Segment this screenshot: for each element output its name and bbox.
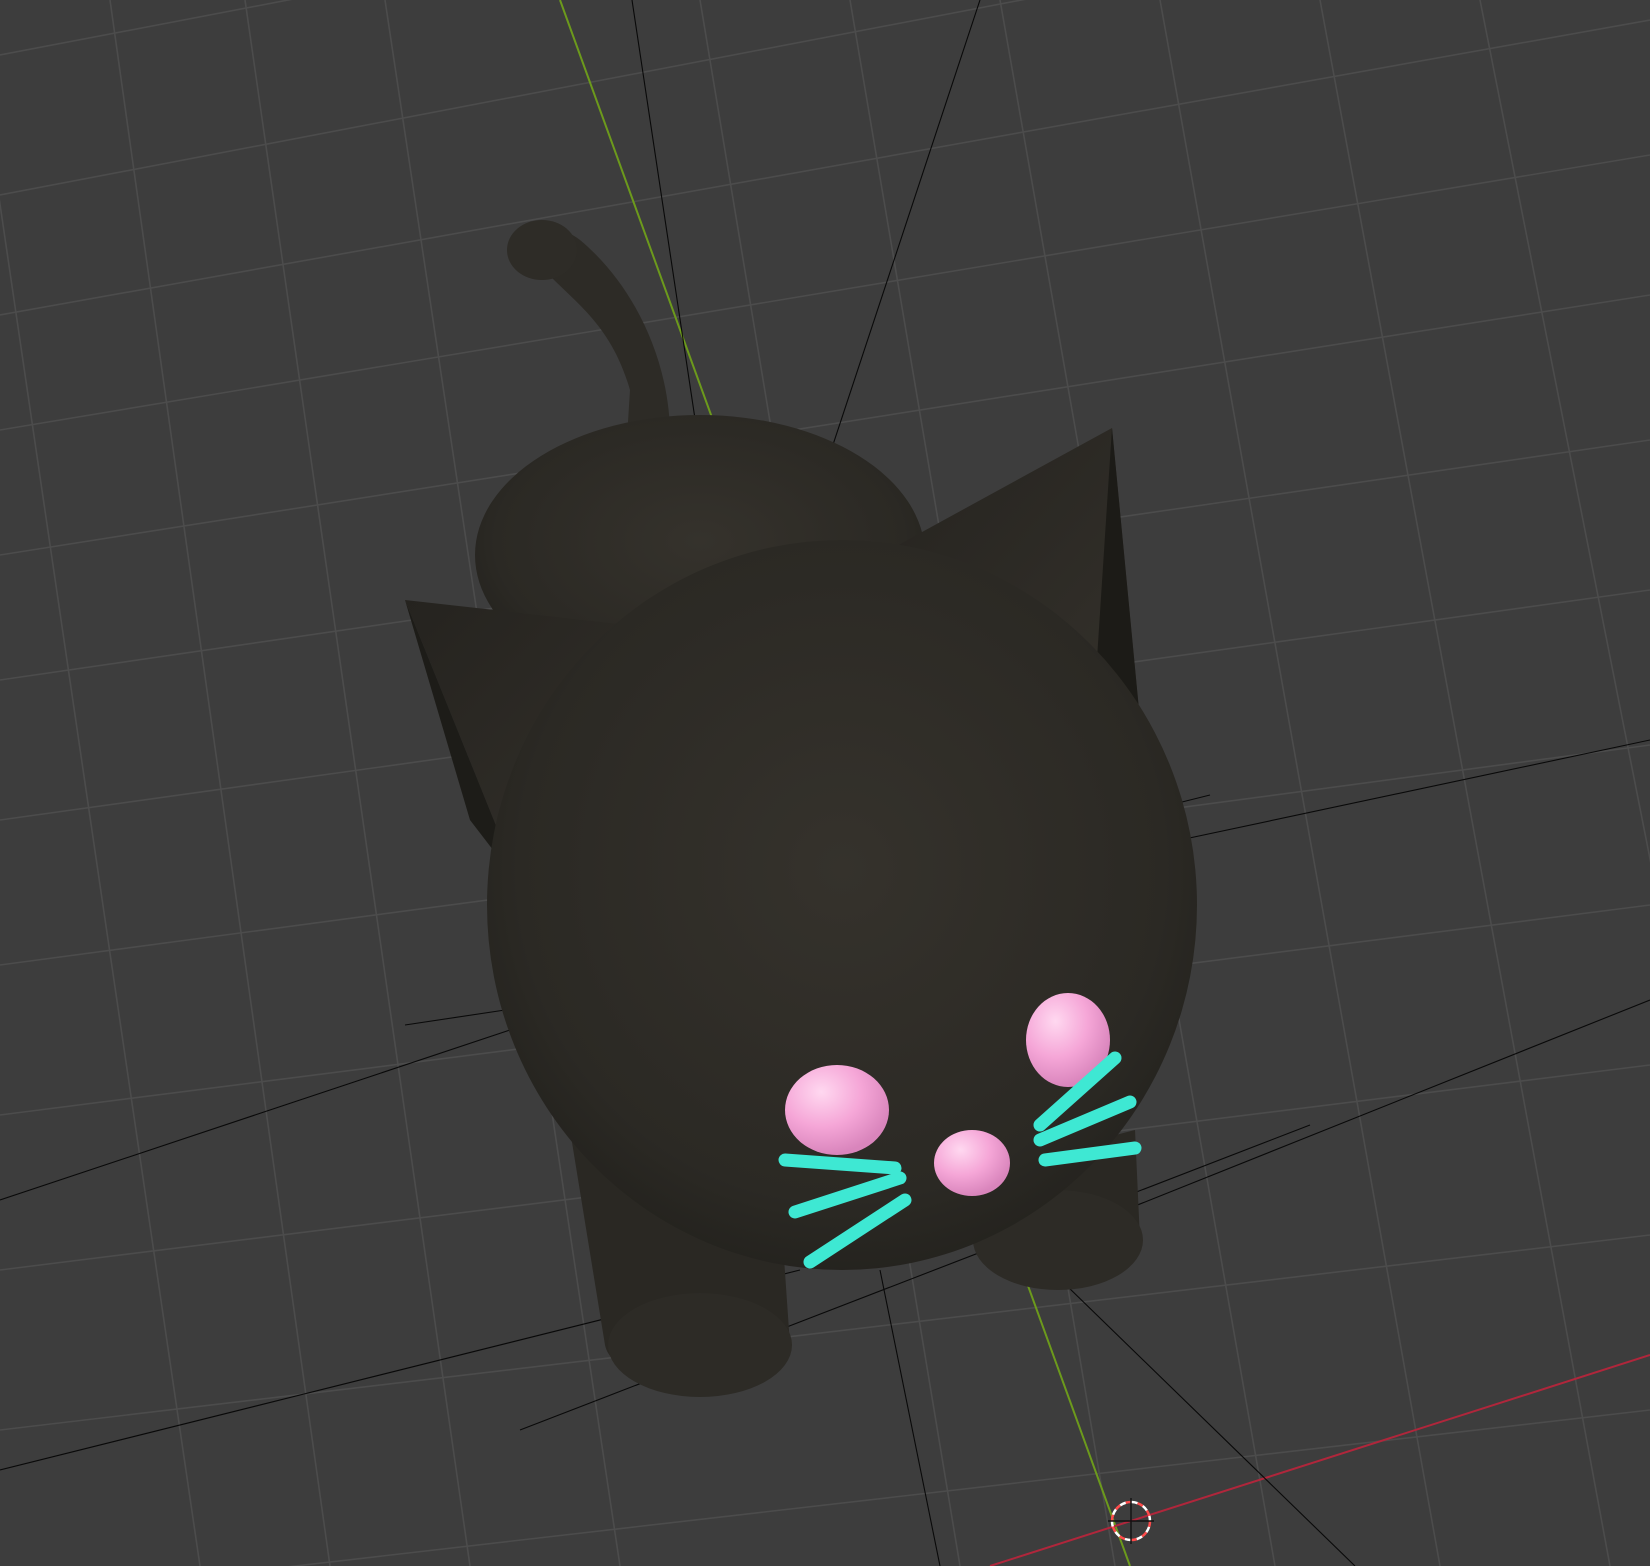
cat-eye-left[interactable] — [785, 1065, 889, 1155]
cat-tail-tip — [507, 220, 577, 280]
3d-viewport[interactable] — [0, 0, 1650, 1566]
cat-nose[interactable] — [934, 1130, 1010, 1196]
viewport-scene[interactable] — [0, 0, 1650, 1566]
cat-paw-left — [608, 1293, 792, 1397]
